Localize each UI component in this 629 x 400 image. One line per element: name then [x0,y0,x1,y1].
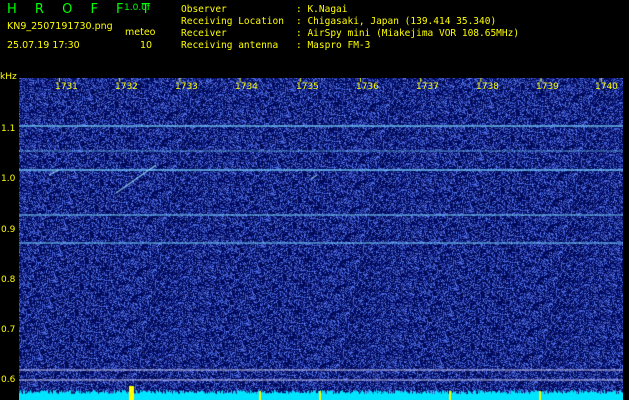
time-tick-1739: 1739 [536,82,559,92]
freq-label-1.0: 1.0 [1,174,16,184]
observer-label: Observer [181,4,227,15]
spectrogram [19,78,623,400]
receiver-label: Receiver [181,28,227,39]
file-timestamp: 25.07.19 17:30 [7,40,80,51]
freq-label-0.6: 0.6 [1,375,16,385]
time-tick-1735: 1735 [296,82,319,92]
time-tick-1734: 1734 [235,82,258,92]
time-tick-1737: 1737 [416,82,439,92]
time-tick-1731: 1731 [55,82,78,92]
time-tick-1732: 1732 [115,82,138,92]
location-value: : Chigasaki, Japan (139.414 35.340) [296,16,497,27]
freq-label-0.9: 0.9 [1,225,16,235]
mode-label: meteo [125,27,156,38]
mode-count: 10 [140,40,153,51]
app-version: 1.0.0f [124,3,151,13]
antenna-label: Receiving antenna [181,40,279,51]
freq-label-0.8: 0.8 [1,275,16,285]
frequency-unit-label: kHz [0,72,17,82]
observer-value: : K.Nagai [296,4,348,15]
spectrogram-canvas [19,78,623,400]
time-tick-1740: 1740 [595,82,618,92]
time-tick-1738: 1738 [476,82,499,92]
file-name: KN9_2507191730.png [7,21,113,32]
freq-label-0.7: 0.7 [1,325,16,335]
time-tick-1736: 1736 [356,82,379,92]
time-tick-1733: 1733 [175,82,198,92]
receiver-value: : AirSpy mini (Miakejima VOR 108.65MHz) [296,28,520,39]
freq-label-1.1: 1.1 [1,124,16,134]
location-label: Receiving Location [181,16,284,27]
antenna-value: : Maspro FM-3 [296,40,371,51]
